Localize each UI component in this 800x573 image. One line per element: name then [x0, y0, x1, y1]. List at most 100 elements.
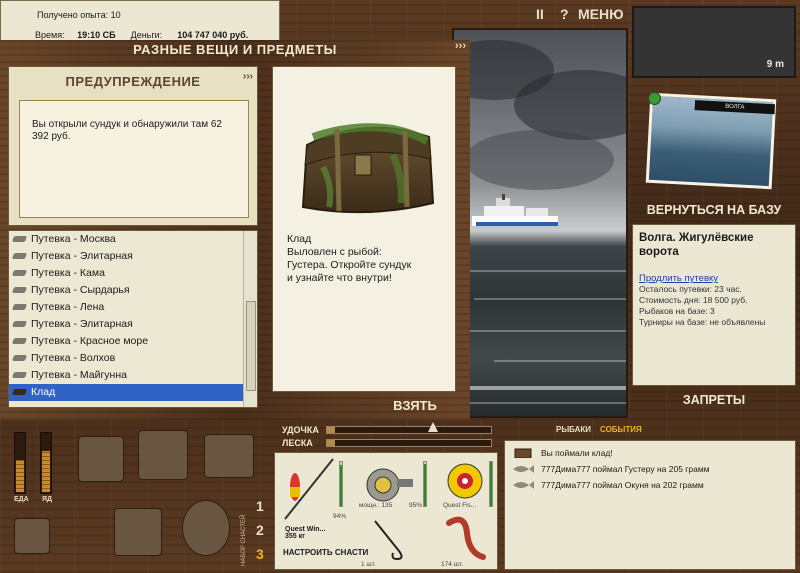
tackle-box-icon[interactable] — [204, 434, 254, 478]
player-info-panel: Получено опыта: 10 Время: 19:10 СБ Деньг… — [0, 0, 280, 42]
rod-tension-fill — [327, 427, 336, 433]
photo-caption: ВОЛГА — [694, 100, 776, 115]
case-icon[interactable] — [14, 518, 50, 554]
time-money-row: Время: 19:10 СБ Деньги: 104 747 040 руб. — [35, 30, 248, 40]
fish-icon — [513, 465, 534, 473]
list-item[interactable]: Путевка - Лена — [9, 299, 245, 316]
time-value: 19:10 СБ — [77, 30, 116, 40]
help-button[interactable]: ? — [560, 6, 569, 22]
extend-ticket-link[interactable]: Продлить путевку — [639, 273, 789, 284]
line-wear-gauge-fill — [490, 462, 492, 506]
rod-tension-bar — [326, 426, 492, 434]
poison-meter-fill — [42, 451, 50, 492]
poison-label: ЯД — [42, 496, 53, 503]
back-to-base-button[interactable]: ВЕРНУТЬСЯ НА БАЗУ — [632, 200, 796, 220]
list-item[interactable]: Путевка - Майгунна — [9, 367, 245, 384]
item-desc-line3: и узнайте что внутри! — [287, 272, 392, 284]
rod-model: Quest Win... — [285, 526, 326, 533]
ticket-icon — [11, 253, 28, 259]
tension-bars: УДОЧКА ЛЕСКА — [282, 423, 494, 451]
list-item[interactable]: Путевка - Кама — [9, 265, 245, 282]
line-label: ЛЕСКА — [282, 438, 313, 448]
poison-meter — [40, 432, 52, 494]
base-info-line: Осталось путевки: 23 час. — [639, 284, 742, 294]
list-scrollbar[interactable] — [243, 231, 257, 407]
money-label: Деньги: — [130, 30, 163, 40]
event-item: 777Дима777 поймал Густеру на 205 грамм — [509, 461, 710, 477]
ticket-icon — [11, 287, 28, 293]
slot-2[interactable]: 2 — [256, 522, 264, 538]
rod-wear-gauge — [339, 461, 343, 507]
items-window-arrows[interactable]: ››› — [455, 40, 466, 52]
backpack-icon[interactable] — [78, 436, 124, 482]
warning-dialog: ПРЕДУПРЕЖДЕНИЕ ››› Вы открыли сундук и о… — [8, 66, 258, 226]
distance-readout: 9 m — [766, 59, 784, 70]
base-info-line: Рыбаков на базе: 3 — [639, 306, 715, 316]
list-item[interactable]: Путевка - Москва — [9, 231, 245, 248]
events-tabs: РЫБАКИ СОБЫТИЯ — [504, 423, 796, 437]
reel-wear: 95% — [409, 502, 423, 509]
list-item[interactable]: Путевка - Сырдарья — [9, 282, 245, 299]
hook-icon[interactable] — [369, 517, 409, 561]
keepnet-icon[interactable] — [182, 500, 230, 556]
bans-button[interactable]: ЗАПРЕТЫ — [632, 390, 796, 410]
chest-small-icon — [514, 448, 532, 458]
list-item[interactable]: Путевка - Красное море — [9, 333, 245, 350]
list-item[interactable]: Путевка - Элитарная — [9, 316, 245, 333]
reel-icon[interactable] — [361, 461, 417, 505]
line-spool-icon[interactable] — [445, 461, 485, 501]
ticket-icon — [11, 304, 28, 310]
pause-button[interactable]: II — [536, 6, 544, 22]
bait-count: 174 шт. — [441, 561, 463, 568]
tools-icon[interactable] — [114, 508, 162, 556]
food-meter — [14, 432, 26, 494]
warning-message: Вы открыли сундук и обнаружили там 62 39… — [19, 100, 249, 218]
tackle-panel: 94% мощн.: 135 95% Quest Fis... Quest Wi… — [274, 452, 498, 570]
ticket-icon — [11, 338, 28, 344]
bag-icon[interactable] — [138, 430, 188, 480]
fishing-scene[interactable] — [452, 28, 628, 418]
list-item[interactable]: Путевка - Элитарная — [9, 248, 245, 265]
tackle-set-slots: 1 2 3 — [250, 498, 268, 568]
rod-wear: 94% — [333, 513, 347, 520]
line-name: Quest Fis... — [443, 502, 477, 509]
ticket-icon — [11, 270, 28, 276]
rod-float-icon[interactable] — [281, 457, 337, 523]
scrollbar-thumb[interactable] — [246, 301, 256, 391]
slot-1[interactable]: 1 — [256, 498, 264, 514]
slot-3[interactable]: 3 — [256, 546, 264, 562]
tab-fishers[interactable]: РЫБАКИ — [556, 425, 591, 434]
ship-icon — [472, 194, 558, 226]
minimap[interactable]: 9 m — [632, 6, 796, 78]
item-desc-line1: Выловлен с рыбой: — [287, 246, 382, 258]
menu-button[interactable]: МЕНЮ — [578, 6, 624, 22]
fish-icon — [513, 481, 534, 489]
take-button[interactable]: ВЗЯТЬ — [380, 398, 450, 414]
warning-title: ПРЕДУПРЕЖДЕНИЕ — [65, 74, 201, 89]
setup-tackle-button[interactable]: НАСТРОИТЬ СНАСТИ — [283, 548, 368, 557]
pin-icon — [648, 92, 661, 105]
money-value: 104 747 040 руб. — [177, 30, 249, 40]
line-tension-bar — [326, 439, 492, 447]
event-item: Вы поймали клад! — [509, 445, 613, 461]
reel-wear-gauge-fill — [424, 464, 426, 506]
tab-events[interactable]: СОБЫТИЯ — [600, 425, 642, 434]
tension-marker-icon — [428, 422, 438, 432]
item-detail: Клад Выловлен с рыбой: Густера. Откройте… — [272, 66, 456, 392]
list-item-selected[interactable]: Клад — [9, 384, 245, 401]
food-meter-fill — [16, 460, 24, 492]
worm-bait-icon[interactable] — [443, 513, 489, 563]
reel-wear-gauge — [423, 461, 427, 507]
item-description: Клад Выловлен с рыбой: Густера. Откройте… — [287, 233, 447, 285]
rod-name: Quest Win... 355 кг — [285, 526, 325, 540]
warning-arrows[interactable]: ››› — [243, 71, 253, 82]
events-log: Вы поймали клад! 777Дима777 поймал Густе… — [504, 440, 796, 570]
ticket-icon — [11, 236, 28, 242]
items-list: Путевка - Москва Путевка - Элитарная Пут… — [8, 230, 258, 408]
list-item[interactable]: Путевка - Волхов — [9, 350, 245, 367]
line-wear-gauge — [489, 461, 493, 507]
items-window-title: РАЗНЫЕ ВЕЩИ И ПРЕДМЕТЫ — [133, 42, 337, 57]
base-name: Волга. Жигулёвские ворота — [639, 232, 754, 258]
item-desc-line2: Густера. Откройте сундук — [287, 259, 412, 271]
ticket-icon — [11, 355, 28, 361]
